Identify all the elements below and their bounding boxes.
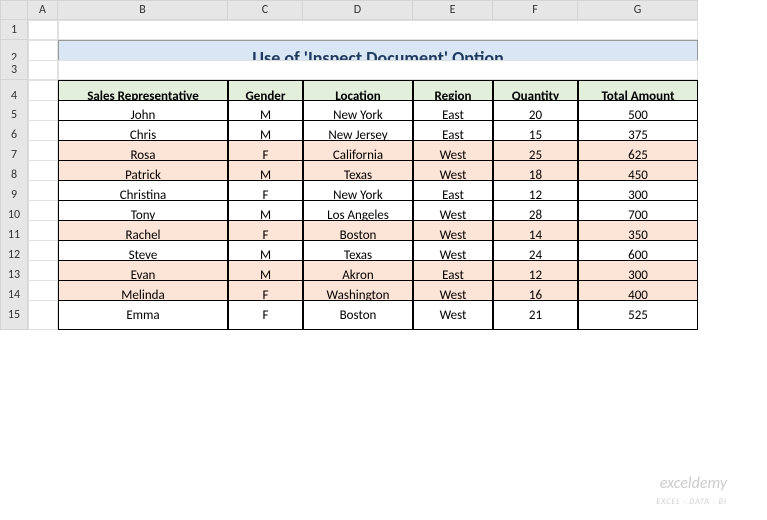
cell-A1[interactable] [28, 20, 58, 40]
cell-A3[interactable] [28, 60, 58, 80]
table-cell[interactable]: 21 [493, 300, 578, 330]
table-cell[interactable]: West [413, 300, 493, 330]
row-header-15[interactable]: 15 [0, 300, 28, 330]
table-cell[interactable]: Boston [303, 300, 413, 330]
col-header-E[interactable]: E [413, 0, 493, 20]
table-cell[interactable]: F [228, 300, 303, 330]
table-cell[interactable]: Emma [58, 300, 228, 330]
col-header-G[interactable]: G [578, 0, 698, 20]
cell-B3-G3[interactable] [58, 60, 698, 80]
row-header-3[interactable]: 3 [0, 60, 28, 80]
col-header-B[interactable]: B [58, 0, 228, 20]
table-cell[interactable]: 525 [578, 300, 698, 330]
col-header-F[interactable]: F [493, 0, 578, 20]
col-header-A[interactable]: A [28, 0, 58, 20]
watermark-main: exceldemy [660, 474, 727, 493]
watermark-sub: EXCEL · DATA · BI [656, 497, 727, 507]
col-header-D[interactable]: D [303, 0, 413, 20]
col-header-C[interactable]: C [228, 0, 303, 20]
spreadsheet-grid: A B C D E F G 1 2 Use of 'Inspect Docume… [0, 0, 767, 320]
cell-A15[interactable] [28, 300, 58, 330]
row-header-1[interactable]: 1 [0, 20, 28, 40]
select-all-corner[interactable] [0, 0, 28, 20]
watermark: exceldemy EXCEL · DATA · BI [656, 476, 727, 508]
cell-B1-G1[interactable] [58, 20, 698, 40]
